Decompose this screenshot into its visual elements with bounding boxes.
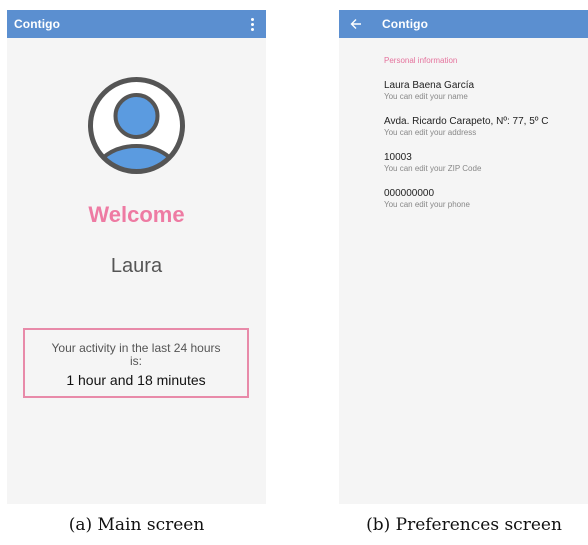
caption-preferences-screen: (b) Preferences screen — [366, 515, 562, 535]
app-title: Contigo — [14, 17, 61, 31]
activity-label: Your activity in the last 24 hours is: — [51, 341, 221, 368]
pref-title: Avda. Ricardo Carapeto, Nº: 77, 5º C — [384, 116, 549, 127]
user-name: Laura — [110, 255, 163, 277]
more-vert-icon[interactable] — [249, 14, 256, 35]
pref-item-zip-code[interactable]: 10003 You can edit your ZIP Code — [384, 152, 584, 174]
pref-item-phone[interactable]: 000000000 You can edit your phone — [384, 188, 584, 210]
pref-item-name[interactable]: Laura Baena García You can edit your nam… — [384, 80, 584, 102]
pref-title: 10003 — [384, 152, 412, 163]
main-screen: Contigo Welcome Laura Your activity in t… — [7, 10, 266, 504]
pref-title: Laura Baena García — [384, 80, 475, 91]
activity-card: Your activity in the last 24 hours is: 1… — [23, 328, 249, 398]
pref-item-address[interactable]: Avda. Ricardo Carapeto, Nº: 77, 5º C You… — [384, 116, 584, 138]
account-circle-icon — [85, 74, 188, 177]
arrow-back-icon[interactable] — [350, 17, 368, 31]
pref-summary: You can edit your phone — [384, 200, 470, 209]
welcome-heading: Welcome — [88, 202, 185, 227]
pref-title: 000000000 — [384, 188, 435, 199]
preferences-list: Personal information Laura Baena García … — [384, 56, 584, 224]
app-title: Contigo — [382, 17, 429, 31]
pref-summary: You can edit your ZIP Code — [384, 164, 482, 173]
section-header-personal-information: Personal information — [384, 56, 458, 65]
pref-summary: You can edit your name — [384, 92, 468, 101]
preferences-screen: Contigo Personal information Laura Baena… — [339, 10, 588, 504]
caption-main-screen: (a) Main screen — [68, 515, 205, 535]
activity-value: 1 hour and 18 minutes — [66, 372, 206, 388]
app-bar: Contigo — [339, 10, 588, 38]
app-bar: Contigo — [7, 10, 266, 38]
pref-summary: You can edit your address — [384, 128, 477, 137]
